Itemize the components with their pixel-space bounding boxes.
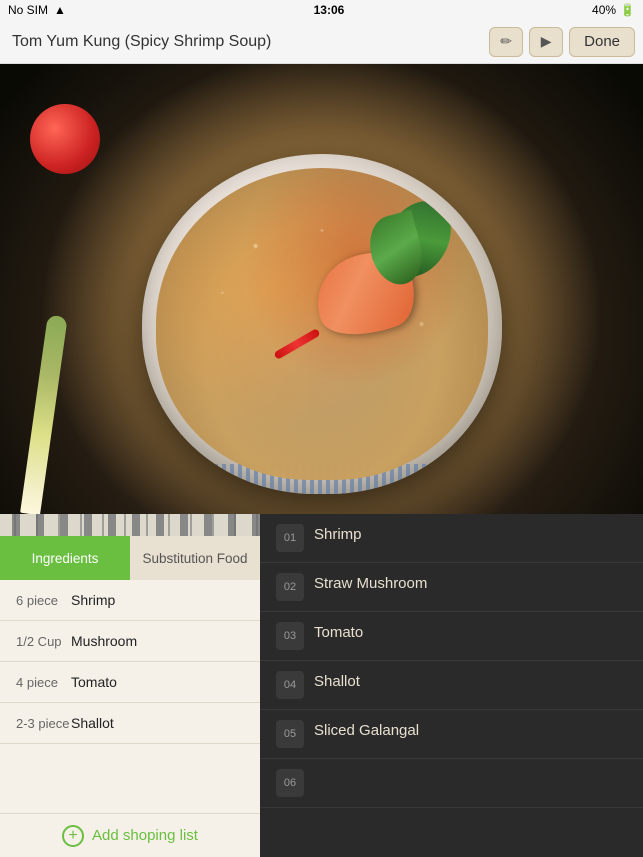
sub-num-1: 01 xyxy=(276,524,304,552)
sub-content-5: Sliced Galangal xyxy=(314,720,627,739)
sub-content-2: Straw Mushroom xyxy=(314,573,627,592)
pencil-button[interactable]: ✏ xyxy=(489,27,523,57)
sub-content-4: Shallot xyxy=(314,671,627,690)
list-item: 1/2 Cup Mushroom xyxy=(0,621,260,662)
tabs-row: Ingredients Substitution Food xyxy=(0,536,260,580)
sub-name-1: Shrimp xyxy=(314,526,627,543)
carrier-label: No SIM xyxy=(8,3,48,17)
status-bar: No SIM ▲ 13:06 40% 🔋 xyxy=(0,0,643,20)
battery-pct: 40% xyxy=(592,3,616,17)
nav-bar: Tom Yum Kung (Spicy Shrimp Soup) ✏ ▶ Don… xyxy=(0,20,643,64)
tomato-decoration xyxy=(30,104,100,174)
ingredient-name-1: Shrimp xyxy=(71,592,115,608)
add-shopping-button[interactable]: + Add shoping list xyxy=(0,813,260,857)
sub-num-4: 04 xyxy=(276,671,304,699)
sub-num-2: 02 xyxy=(276,573,304,601)
bottom-area: Ingredients Substitution Food 6 piece Sh… xyxy=(0,514,643,857)
substitution-item-3: 03 Tomato xyxy=(260,612,643,661)
ingredient-name-4: Shallot xyxy=(71,715,114,731)
ingredient-qty-2: 1/2 Cup xyxy=(16,634,71,649)
battery-icon: 🔋 xyxy=(620,3,635,17)
sub-num-3: 03 xyxy=(276,622,304,650)
ingredient-name-2: Mushroom xyxy=(71,633,137,649)
spiral-binding xyxy=(0,514,260,536)
play-icon: ▶ xyxy=(541,33,552,50)
list-item: 4 piece Tomato xyxy=(0,662,260,703)
add-shopping-label: Add shoping list xyxy=(92,827,198,844)
page-title: Tom Yum Kung (Spicy Shrimp Soup) xyxy=(8,33,489,51)
done-label: Done xyxy=(584,33,620,50)
status-left: No SIM ▲ xyxy=(8,3,66,17)
substitution-item-6: 06 xyxy=(260,759,643,808)
ingredient-qty-3: 4 piece xyxy=(16,675,71,690)
tab-substitution[interactable]: Substitution Food xyxy=(130,536,260,580)
sub-content-3: Tomato xyxy=(314,622,627,641)
pencil-icon: ✏ xyxy=(500,33,512,50)
done-button[interactable]: Done xyxy=(569,27,635,57)
substitution-item-1: 01 Shrimp xyxy=(260,514,643,563)
list-item: 2-3 piece Shallot xyxy=(0,703,260,744)
nav-controls: ✏ ▶ Done xyxy=(489,27,635,57)
sub-name-3: Tomato xyxy=(314,624,627,641)
list-item: 6 piece Shrimp xyxy=(0,580,260,621)
bowl xyxy=(142,154,502,494)
substitution-panel: 01 Shrimp 02 Straw Mushroom 03 Tomato 04… xyxy=(260,514,643,857)
sub-num-6: 06 xyxy=(276,769,304,797)
sub-num-5: 05 xyxy=(276,720,304,748)
ingredient-qty-4: 2-3 piece xyxy=(16,716,71,731)
play-button[interactable]: ▶ xyxy=(529,27,563,57)
sub-name-4: Shallot xyxy=(314,673,627,690)
sub-name-5: Sliced Galangal xyxy=(314,722,627,739)
notebook-panel: Ingredients Substitution Food 6 piece Sh… xyxy=(0,514,260,857)
sub-content-1: Shrimp xyxy=(314,524,627,543)
substitution-item-5: 05 Sliced Galangal xyxy=(260,710,643,759)
status-right: 40% 🔋 xyxy=(592,3,635,17)
status-time: 13:06 xyxy=(314,3,345,17)
ingredient-qty-1: 6 piece xyxy=(16,593,71,608)
add-circle-icon: + xyxy=(62,825,84,847)
tab-ingredients[interactable]: Ingredients xyxy=(0,536,130,580)
ingredient-name-3: Tomato xyxy=(71,674,117,690)
soup-bowl-inner xyxy=(156,168,488,480)
wifi-icon: ▲ xyxy=(54,3,66,17)
sub-name-2: Straw Mushroom xyxy=(314,575,627,592)
substitution-item-4: 04 Shallot xyxy=(260,661,643,710)
food-image xyxy=(0,64,643,514)
substitution-item-2: 02 Straw Mushroom xyxy=(260,563,643,612)
sub-content-6 xyxy=(314,769,627,771)
